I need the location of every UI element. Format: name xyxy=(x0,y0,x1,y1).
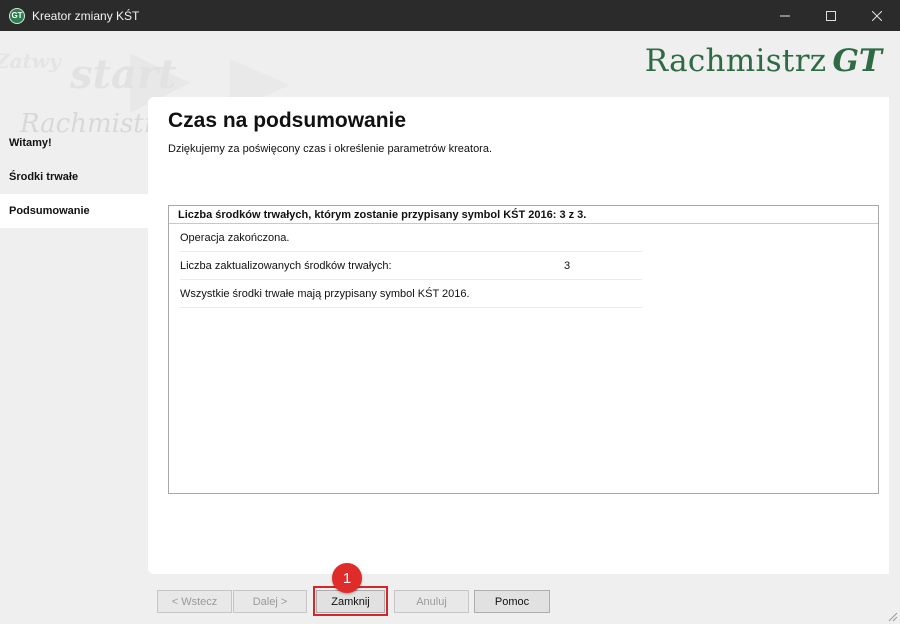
logo-gt: GT xyxy=(832,43,882,79)
close-icon xyxy=(872,10,882,21)
watermark-text: start xyxy=(70,51,177,98)
minimize-icon xyxy=(780,15,790,16)
summary-row: Liczba zaktualizowanych środków trwałych… xyxy=(180,252,642,280)
close-button[interactable] xyxy=(854,0,900,31)
wizard-content: Zatwy start Rachmistrz Rachmistrz GT Wit… xyxy=(0,31,900,624)
maximize-button[interactable] xyxy=(808,0,854,31)
watermark-text: Zatwy xyxy=(0,49,61,73)
annotation-badge: 1 xyxy=(332,563,362,593)
window-title: Kreator zmiany KŚT xyxy=(32,8,140,23)
window-controls xyxy=(762,0,900,31)
maximize-icon xyxy=(826,10,836,21)
app-icon: GT xyxy=(9,7,25,24)
logo-text: Rachmistrz xyxy=(644,43,827,79)
next-button[interactable]: Dalej > xyxy=(233,590,307,613)
page-subtitle: Dziękujemy za poświęcony czas i określen… xyxy=(168,143,493,155)
summary-rows: Operacja zakończona. Liczba zaktualizowa… xyxy=(169,224,878,308)
help-button[interactable]: Pomoc xyxy=(474,590,550,613)
summary-header: Liczba środków trwałych, którym zostanie… xyxy=(169,206,878,224)
rachmistrz-logo: Rachmistrz GT xyxy=(645,43,882,79)
summary-panel: Czas na podsumowanie Dziękujemy za poświ… xyxy=(148,97,889,574)
summary-row: Operacja zakończona. xyxy=(180,224,642,252)
wizard-steps: Witamy! Środki trwałe Podsumowanie xyxy=(0,126,148,228)
summary-row: Wszystkie środki trwałe mają przypisany … xyxy=(180,280,642,308)
title-bar: GT Kreator zmiany KŚT xyxy=(0,0,900,31)
row-label: Wszystkie środki trwałe mają przypisany … xyxy=(180,287,470,300)
back-button[interactable]: < Wstecz xyxy=(157,590,232,613)
minimize-button[interactable] xyxy=(762,0,808,31)
resize-grip-icon[interactable] xyxy=(886,610,898,622)
row-value: 3 xyxy=(564,259,571,272)
row-label: Operacja zakończona. xyxy=(180,231,290,244)
step-srodki-trwale[interactable]: Środki trwałe xyxy=(0,160,148,194)
step-witamy[interactable]: Witamy! xyxy=(0,126,148,160)
cancel-button[interactable]: Anuluj xyxy=(394,590,469,613)
page-title: Czas na podsumowanie xyxy=(168,109,407,132)
step-podsumowanie[interactable]: Podsumowanie xyxy=(0,194,148,228)
row-label: Liczba zaktualizowanych środków trwałych… xyxy=(180,259,392,272)
summary-box: Liczba środków trwałych, którym zostanie… xyxy=(168,205,879,494)
